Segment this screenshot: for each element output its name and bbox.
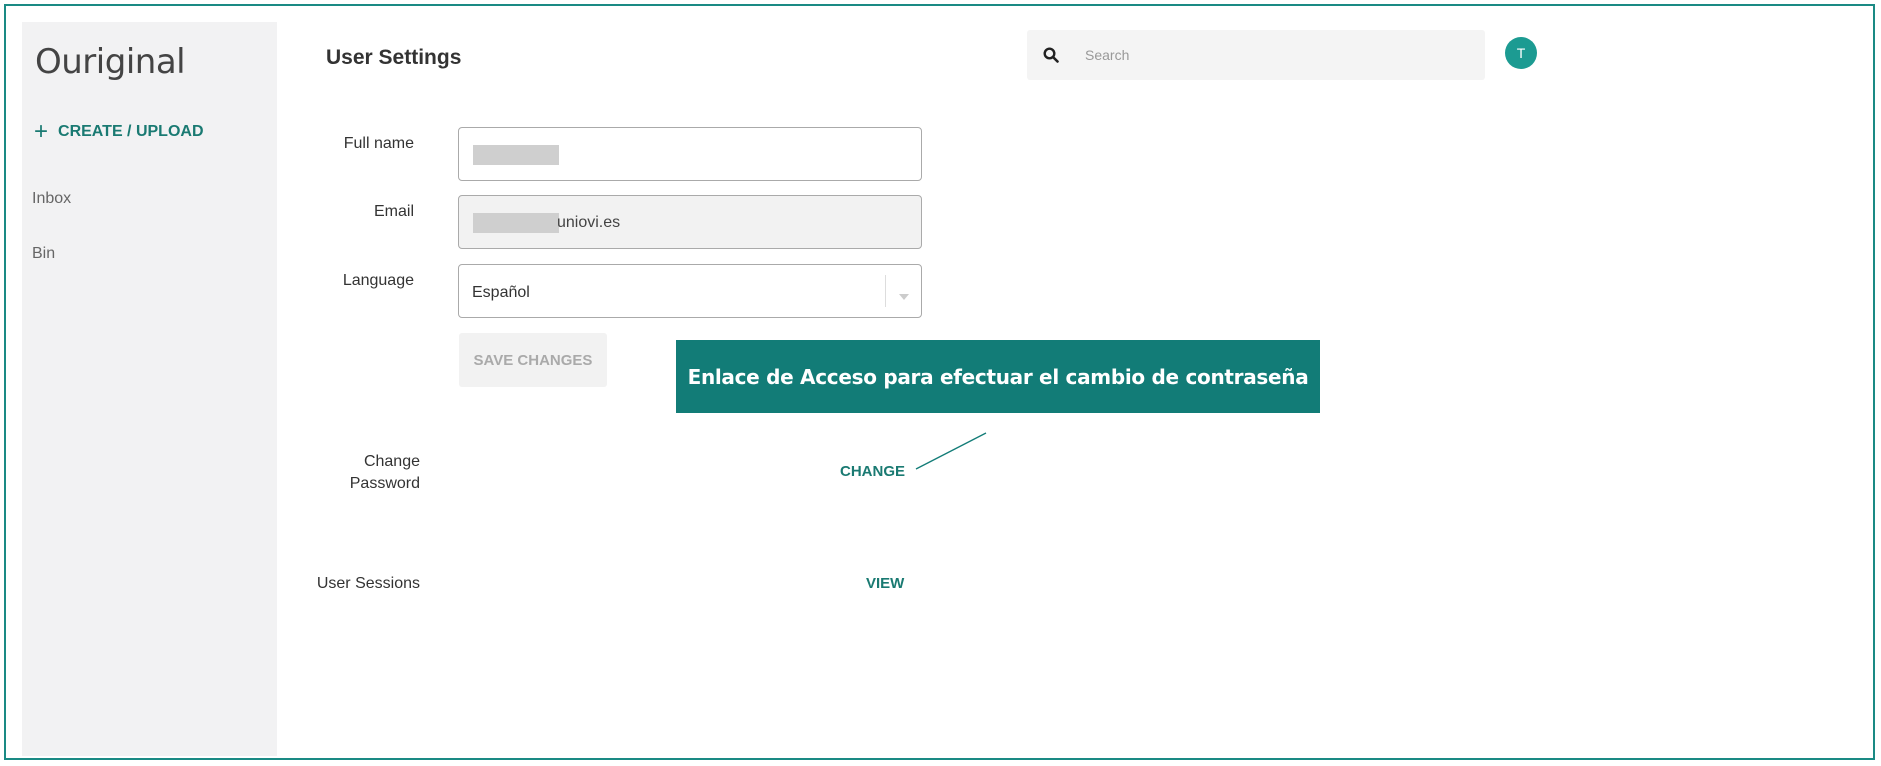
user-sessions-label: User Sessions xyxy=(316,575,420,592)
change-password-label-line1: Change xyxy=(363,453,420,470)
change-password-label-line2: Password xyxy=(349,475,420,492)
change-password-label: Change Password xyxy=(300,451,420,495)
user-sessions-view-link[interactable]: VIEW xyxy=(866,575,904,592)
annotation-pointer-line xyxy=(915,432,987,470)
change-password-link[interactable]: CHANGE xyxy=(840,463,905,480)
